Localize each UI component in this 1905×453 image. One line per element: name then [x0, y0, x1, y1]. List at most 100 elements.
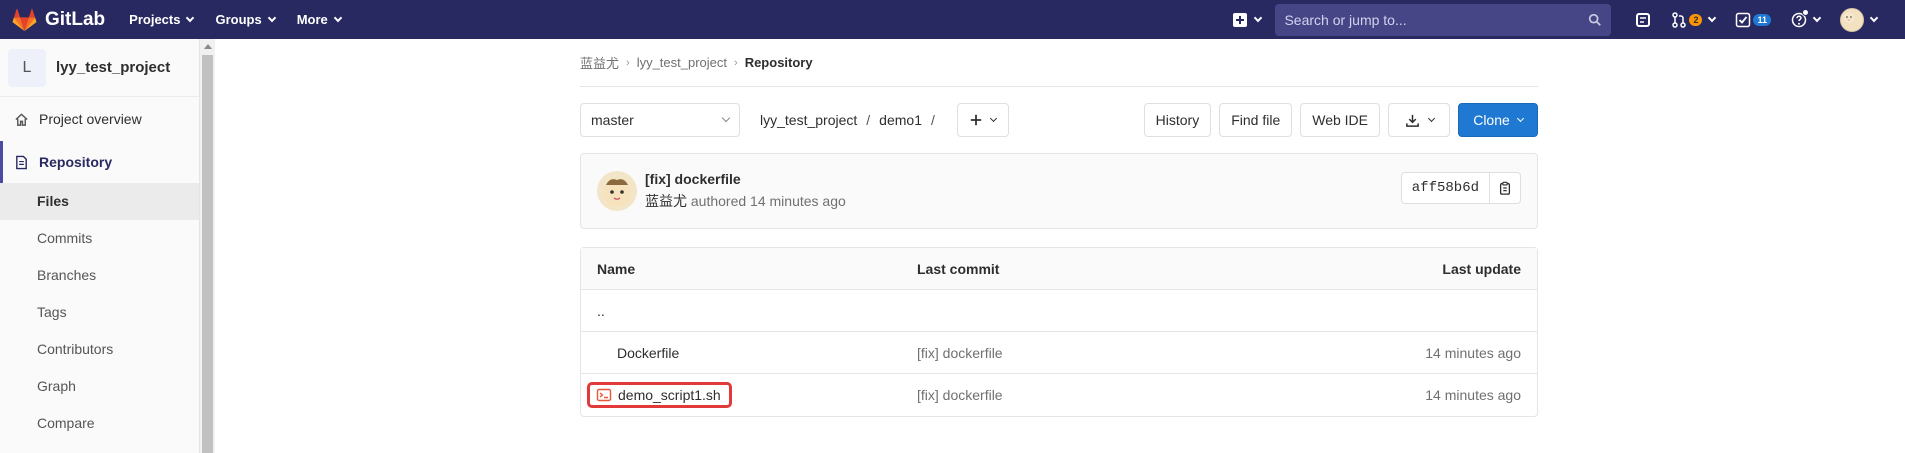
commit-meta: 蓝益尤 authored 14 minutes ago [645, 191, 846, 211]
scrollbar-thumb[interactable] [202, 55, 213, 453]
chevron-down-icon [1708, 13, 1717, 22]
breadcrumb-current[interactable]: Repository [745, 55, 813, 70]
branch-select[interactable]: master [580, 103, 740, 137]
sidebar-item-files[interactable]: Files [0, 183, 199, 220]
plus-icon [971, 114, 982, 126]
merge-requests-link[interactable]: 2 [1671, 11, 1717, 28]
file-name-cell: Dockerfile [581, 345, 917, 361]
home-icon [15, 112, 28, 126]
merge-requests-count: 2 [1689, 13, 1703, 26]
issues-icon [1636, 12, 1651, 27]
table-row: demo_script1.sh [fix] dockerfile 14 minu… [581, 374, 1537, 416]
terminal-file-icon [596, 388, 612, 402]
file-commit-message[interactable]: [fix] dockerfile [917, 387, 1317, 403]
search-placeholder: Search or jump to... [1284, 11, 1407, 28]
file-path: lyy_test_project / demo1 / [760, 112, 944, 128]
add-to-tree-button[interactable] [956, 103, 1009, 137]
chevron-down-icon [1427, 114, 1435, 122]
projects-menu[interactable]: Projects [129, 12, 195, 27]
commit-sha-group: aff58b6d [1400, 172, 1521, 204]
top-navbar: GitLab Projects Groups More Search or ju… [0, 0, 1905, 39]
avatar[interactable] [597, 171, 637, 211]
chevron-down-icon [1869, 13, 1879, 22]
project-sidebar: L lyy_test_project Project overview Repo… [0, 39, 200, 453]
history-button[interactable]: History [1143, 103, 1212, 137]
col-header-last-update: Last update [1442, 260, 1521, 277]
copy-sha-button[interactable] [1489, 172, 1521, 204]
sidebar-item-commits[interactable]: Commits [0, 220, 199, 257]
table-header: Name Last commit Last update [581, 248, 1537, 290]
groups-menu[interactable]: Groups [215, 12, 276, 27]
path-root-link[interactable]: lyy_test_project [760, 112, 857, 128]
tree-controls: master lyy_test_project / demo1 / Histor… [580, 103, 1538, 137]
file-link-dockerfile[interactable]: Dockerfile [597, 345, 679, 361]
commit-title[interactable]: [fix] dockerfile [645, 171, 846, 187]
project-avatar: L [8, 48, 46, 87]
more-menu-label: More [296, 12, 328, 27]
col-header-name: Name [597, 260, 636, 277]
sidebar-item-project-overview[interactable]: Project overview [0, 97, 199, 141]
avatar [1840, 7, 1864, 32]
todos-link[interactable]: 11 [1735, 12, 1771, 28]
parent-dir-row[interactable]: .. [581, 290, 1537, 332]
col-header-last-commit: Last commit [917, 260, 1000, 277]
last-commit-panel: [fix] dockerfile 蓝益尤 authored 14 minutes… [580, 153, 1538, 229]
user-menu[interactable] [1840, 7, 1879, 32]
breadcrumb: 蓝益尤 › lyy_test_project › Repository [580, 39, 1538, 87]
sidebar-item-repository[interactable]: Repository [0, 141, 199, 183]
groups-menu-label: Groups [215, 12, 262, 27]
projects-menu-label: Projects [129, 12, 181, 27]
web-ide-button[interactable]: Web IDE [1300, 103, 1380, 137]
scroll-up-arrow-icon[interactable] [204, 44, 212, 49]
main-content: 蓝益尤 › lyy_test_project › Repository mast… [580, 39, 1538, 417]
brand-name: GitLab [45, 8, 106, 30]
path-dir-link[interactable]: demo1 [879, 112, 922, 128]
chevron-down-icon [1812, 13, 1822, 22]
chevron-right-icon: › [626, 56, 630, 69]
file-link-demo-script1[interactable]: demo_script1.sh [587, 382, 732, 408]
chevron-down-icon [721, 113, 731, 123]
chevron-down-icon [990, 114, 998, 122]
download-icon [1405, 114, 1419, 127]
sidebar-item-label: Repository [39, 154, 113, 170]
commit-info: [fix] dockerfile 蓝益尤 authored 14 minutes… [645, 171, 846, 211]
file-last-update: 14 minutes ago [1425, 387, 1521, 403]
author-avatar-icon [603, 179, 631, 207]
path-separator: / [930, 112, 935, 128]
path-separator: / [866, 112, 871, 128]
chevron-down-icon [1516, 114, 1524, 122]
sidebar-item-branches[interactable]: Branches [0, 257, 199, 294]
sidebar-item-tags[interactable]: Tags [0, 294, 199, 331]
gitlab-logo[interactable]: GitLab [12, 8, 105, 32]
commit-time: authored 14 minutes ago [690, 193, 846, 209]
clone-button[interactable]: Clone [1458, 103, 1538, 137]
navbar-right: Search or jump to... 2 11 [1232, 0, 1905, 39]
chevron-down-icon [267, 13, 276, 22]
help-menu[interactable] [1791, 8, 1822, 28]
sidebar-project-header[interactable]: L lyy_test_project [0, 39, 199, 97]
notification-dot [1802, 8, 1809, 16]
sidebar-item-graph[interactable]: Graph [0, 368, 199, 405]
file-commit-message[interactable]: [fix] dockerfile [917, 345, 1317, 361]
parent-dir-link[interactable]: .. [581, 303, 917, 319]
more-menu[interactable]: More [296, 12, 343, 27]
plus-square-icon [1233, 12, 1248, 27]
commit-sha[interactable]: aff58b6d [1400, 172, 1489, 204]
breadcrumb-user[interactable]: 蓝益尤 [580, 53, 619, 72]
clipboard-icon [1499, 181, 1511, 195]
clone-label: Clone [1473, 112, 1510, 128]
sidebar-item-contributors[interactable]: Contributors [0, 331, 199, 368]
chevron-down-icon [186, 13, 195, 22]
sidebar-item-compare[interactable]: Compare [0, 405, 199, 442]
search-icon [1589, 13, 1602, 26]
find-file-button[interactable]: Find file [1219, 103, 1293, 137]
download-button[interactable] [1388, 103, 1450, 137]
commit-author[interactable]: 蓝益尤 [645, 193, 687, 209]
breadcrumb-project[interactable]: lyy_test_project [637, 55, 727, 70]
sidebar-item-label: Project overview [39, 111, 142, 127]
new-item-dropdown[interactable] [1232, 12, 1263, 28]
chevron-right-icon: › [734, 56, 738, 69]
issues-link[interactable] [1635, 12, 1651, 28]
search-input[interactable]: Search or jump to... [1275, 3, 1612, 36]
sidebar-scrollbar[interactable] [200, 39, 215, 453]
